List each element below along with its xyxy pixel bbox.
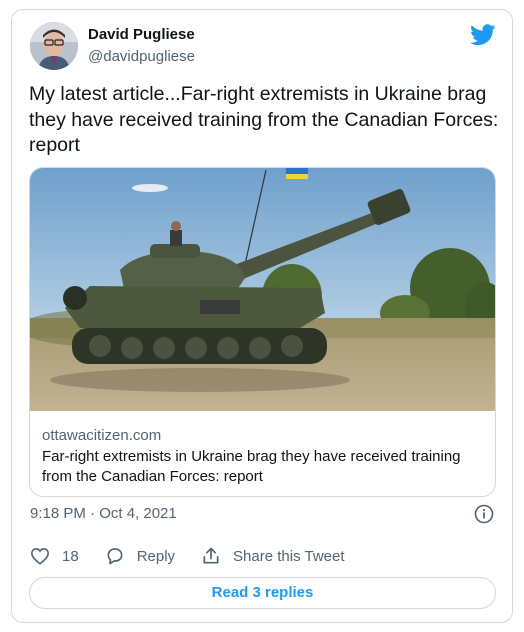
share-button[interactable]: Share this Tweet	[201, 546, 345, 566]
author-name[interactable]: David Pugliese	[88, 26, 195, 43]
link-domain: ottawacitizen.com	[42, 427, 162, 444]
tweet-timestamp[interactable]: 9:18 PM · Oct 4, 2021	[30, 505, 177, 522]
heart-icon	[30, 547, 50, 565]
author-avatar[interactable]	[30, 22, 78, 70]
like-count: 18	[62, 547, 79, 565]
info-icon[interactable]	[474, 504, 494, 524]
twitter-bird-icon[interactable]	[470, 24, 496, 46]
link-meta: ottawacitizen.com Far-right extremists i…	[42, 426, 487, 487]
share-label: Share this Tweet	[233, 547, 345, 565]
reply-button[interactable]: Reply	[105, 546, 175, 566]
reply-label: Reply	[136, 547, 176, 565]
author-handle[interactable]: @davidpugliese	[88, 48, 195, 65]
link-preview-card[interactable]: ottawacitizen.com Far-right extremists i…	[29, 167, 496, 497]
read-replies-button[interactable]: Read 3 replies	[29, 577, 496, 609]
tweet-actions: 18 Reply Share this Tweet	[30, 545, 371, 567]
link-title: Far-right extremists in Ukraine brag the…	[42, 448, 461, 485]
avatar-image	[30, 22, 78, 70]
reply-bubble-icon	[107, 548, 123, 565]
tweet-card[interactable]: David Pugliese @davidpugliese My latest …	[11, 9, 513, 623]
like-button[interactable]: 18	[30, 547, 79, 565]
tank-photo	[30, 168, 495, 411]
share-icon	[203, 547, 219, 564]
tweet-text: My latest article...Far-right extremists…	[29, 83, 499, 156]
